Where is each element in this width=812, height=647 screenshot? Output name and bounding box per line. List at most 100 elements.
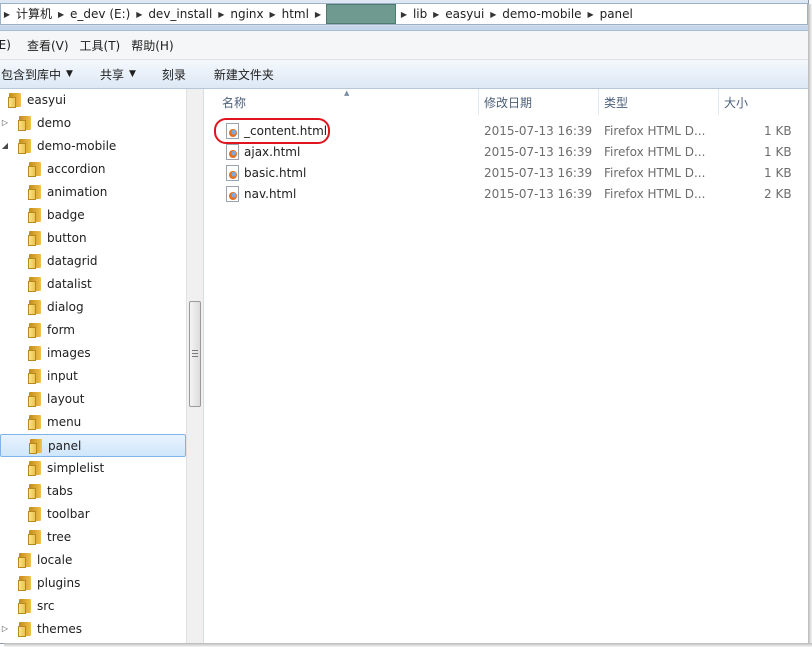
burn-button[interactable]: 刻录 <box>153 66 195 83</box>
breadcrumb-separator-icon[interactable]: ▶ <box>215 10 227 19</box>
tree-item-label: animation <box>47 185 108 199</box>
tree-item[interactable]: ◢ demo-mobile <box>0 135 186 158</box>
tree-item[interactable]: tree <box>0 526 186 549</box>
tree-item[interactable]: datalist <box>0 273 186 296</box>
nav-scrollbar-thumb[interactable] <box>189 301 201 407</box>
tree-item[interactable]: dialog <box>0 296 186 319</box>
tree-item-label: demo <box>37 116 72 130</box>
tree-item-label: locale <box>37 553 73 567</box>
grip-line <box>192 353 198 354</box>
tree-item[interactable]: locale <box>0 549 186 572</box>
column-header-type[interactable]: 类型 <box>604 89 628 115</box>
share-button[interactable]: 共享 ▼ <box>91 66 145 83</box>
folder-icon <box>28 368 42 384</box>
file-size: 1 KB <box>764 166 792 180</box>
folder-icon <box>28 414 42 430</box>
folder-icon <box>18 115 32 131</box>
menu-help[interactable]: 帮助(H) <box>131 37 184 54</box>
tree-item[interactable]: accordion <box>0 158 186 181</box>
new-folder-button[interactable]: 新建文件夹 <box>205 66 283 83</box>
crumb-nginx[interactable]: nginx <box>227 4 266 24</box>
tree-item[interactable]: ▷ themes <box>0 618 186 641</box>
tree-item-label: datalist <box>47 277 92 291</box>
folder-icon <box>28 460 42 476</box>
breadcrumb-separator-icon[interactable]: ▶ <box>398 10 410 19</box>
tree-item[interactable]: ◢easyui <box>0 89 186 112</box>
tree-item[interactable]: badge <box>0 204 186 227</box>
tree-item[interactable]: ▷ demo <box>0 112 186 135</box>
tree-item[interactable]: input <box>0 365 186 388</box>
file-row[interactable]: ajax.html 2015-07-13 16:39 Firefox HTML D.… <box>204 142 808 163</box>
file-type: Firefox HTML D... <box>604 145 706 159</box>
column-divider[interactable] <box>718 89 719 115</box>
tree-item-label: layout <box>47 392 85 406</box>
tree-item[interactable]: animation <box>0 181 186 204</box>
menu-view[interactable]: 查看(V) <box>27 37 80 54</box>
file-name: basic.html <box>244 166 307 180</box>
tree-item[interactable]: simplelist <box>0 457 186 480</box>
tree-item[interactable]: src <box>0 595 186 618</box>
folder-icon <box>18 598 32 614</box>
command-bar: 包含到库中 ▼ 共享 ▼ 刻录 新建文件夹 <box>0 60 808 89</box>
tree-item[interactable]: panel <box>0 434 186 457</box>
folder-icon <box>28 391 42 407</box>
file-size: 1 KB <box>764 145 792 159</box>
tree-item[interactable]: button <box>0 227 186 250</box>
file-row[interactable]: nav.html 2015-07-13 16:39 Firefox HTML D..… <box>204 184 808 205</box>
breadcrumb-separator-icon[interactable]: ▶ <box>312 10 324 19</box>
tree-item[interactable]: tabs <box>0 480 186 503</box>
tree-item-label: tree <box>47 530 72 544</box>
file-modified: 2015-07-13 16:39 <box>484 166 593 180</box>
tree-item[interactable]: datagrid <box>0 250 186 273</box>
breadcrumb-separator-icon[interactable]: ▶ <box>55 10 67 19</box>
expand-icon[interactable]: ▷ <box>0 624 10 633</box>
breadcrumb-separator-icon[interactable]: ▶ <box>430 10 442 19</box>
tree-item[interactable]: menu <box>0 411 186 434</box>
breadcrumb-separator-icon[interactable]: ▶ <box>267 10 279 19</box>
tree-item-label: tabs <box>47 484 73 498</box>
file-row[interactable]: basic.html 2015-07-13 16:39 Firefox HTML D… <box>204 163 808 184</box>
tree-item[interactable]: layout <box>0 388 186 411</box>
breadcrumb-separator-icon[interactable]: ▶ <box>133 10 145 19</box>
collapse-icon[interactable]: ◢ <box>0 141 10 150</box>
address-bar-divider <box>0 26 808 30</box>
include-in-library-button[interactable]: 包含到库中 ▼ <box>0 66 91 83</box>
breadcrumb[interactable]: ▶ 计算机 ▶ e_dev (E:) ▶ dev_install ▶ nginx… <box>0 3 808 25</box>
breadcrumb-separator-icon[interactable]: ▶ <box>487 10 499 19</box>
chevron-down-icon: ▼ <box>128 69 136 79</box>
redacted-crumb[interactable] <box>325 4 396 24</box>
column-header-name[interactable]: 名称 <box>222 89 246 115</box>
menu-bar: (E) 查看(V) 工具(T) 帮助(H) <box>0 31 808 60</box>
breadcrumb-separator-icon[interactable]: ▶ <box>585 10 597 19</box>
column-divider[interactable] <box>478 89 479 115</box>
tree-item[interactable]: form <box>0 319 186 342</box>
tree-item-label: images <box>47 346 91 360</box>
tree-item-label: datagrid <box>47 254 98 268</box>
grip-line <box>192 356 198 357</box>
column-header-modified[interactable]: 修改日期 <box>484 89 532 115</box>
folder-icon <box>8 92 22 108</box>
crumb-html[interactable]: html <box>279 4 312 24</box>
folder-icon <box>18 575 32 591</box>
tree-item[interactable]: toolbar <box>0 503 186 526</box>
crumb-panel[interactable]: panel <box>597 4 636 24</box>
column-divider[interactable] <box>598 89 599 115</box>
tree-item[interactable]: images <box>0 342 186 365</box>
crumb-lib[interactable]: lib <box>410 4 430 24</box>
nav-scrollbar[interactable] <box>186 89 203 643</box>
folder-icon <box>28 230 42 246</box>
crumb-easyui[interactable]: easyui <box>442 4 487 24</box>
expand-icon[interactable]: ▷ <box>0 118 10 127</box>
menu-tools[interactable]: 工具(T) <box>80 37 132 54</box>
breadcrumb-separator-icon[interactable]: ▶ <box>1 10 13 19</box>
crumb-computer[interactable]: 计算机 <box>13 4 55 24</box>
column-header-size[interactable]: 大小 <box>724 89 748 115</box>
crumb-drive[interactable]: e_dev (E:) <box>67 4 133 24</box>
crumb-dev-install[interactable]: dev_install <box>145 4 215 24</box>
explorer-window: ▶ 计算机 ▶ e_dev (E:) ▶ dev_install ▶ nginx… <box>0 0 809 644</box>
tree-item[interactable]: plugins <box>0 572 186 595</box>
crumb-demo-mobile[interactable]: demo-mobile <box>499 4 584 24</box>
folder-icon <box>28 529 42 545</box>
menu-edit[interactable]: (E) <box>0 38 27 52</box>
folder-icon <box>28 184 42 200</box>
